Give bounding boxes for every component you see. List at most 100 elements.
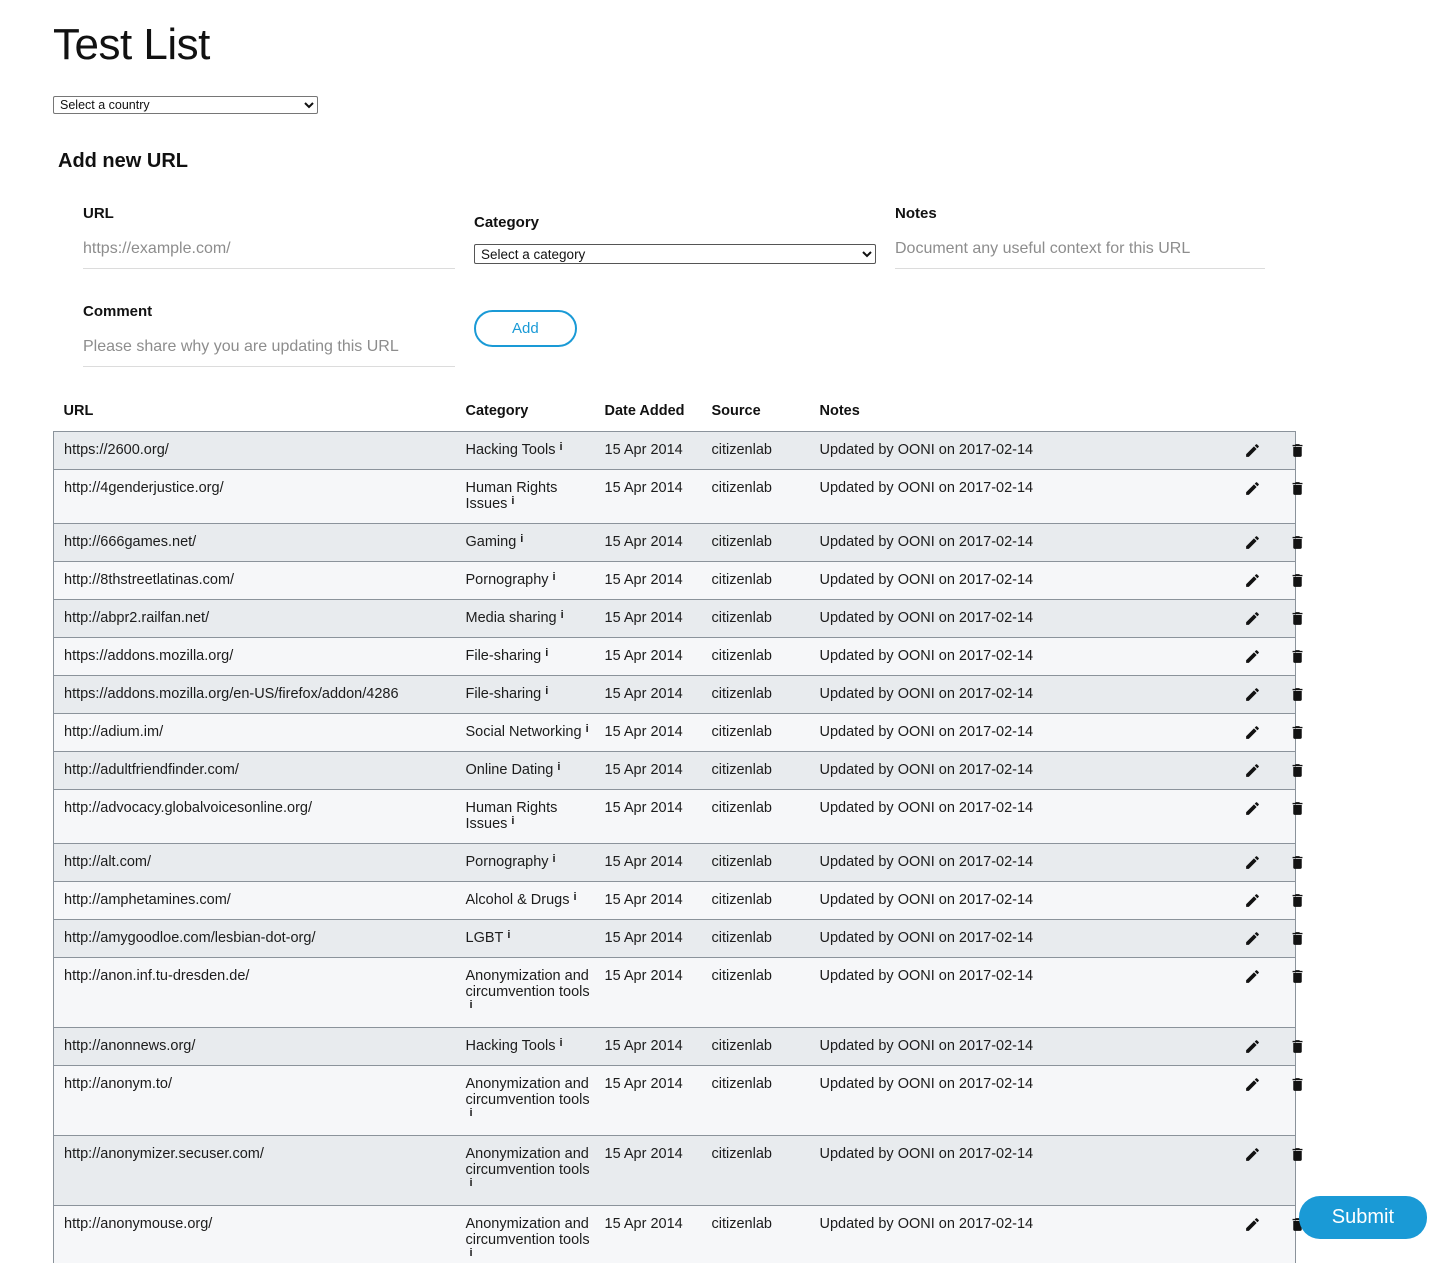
edit-button[interactable] <box>1244 1038 1261 1055</box>
category-cell: File-sharingi <box>456 676 595 714</box>
actions-cell <box>1206 1206 1296 1263</box>
notes-cell: Updated by OONI on 2017-02-14 <box>810 1066 1206 1136</box>
delete-button[interactable] <box>1289 480 1306 497</box>
page-container: Test List Select a country Add new URL U… <box>0 0 1446 1263</box>
notes-cell: Updated by OONI on 2017-02-14 <box>810 714 1206 752</box>
edit-button[interactable] <box>1244 800 1261 817</box>
edit-button[interactable] <box>1244 572 1261 589</box>
delete-button[interactable] <box>1289 1038 1306 1055</box>
edit-button[interactable] <box>1244 480 1261 497</box>
notes-cell: Updated by OONI on 2017-02-14 <box>810 432 1206 470</box>
notes-input[interactable] <box>895 235 1265 269</box>
table-header-row: URL Category Date Added Source Notes <box>54 397 1296 432</box>
edit-button[interactable] <box>1244 892 1261 909</box>
source-cell: citizenlab <box>702 1066 810 1136</box>
notes-cell: Updated by OONI on 2017-02-14 <box>810 752 1206 790</box>
source-cell: citizenlab <box>702 1136 810 1206</box>
date-added-cell: 15 Apr 2014 <box>595 958 702 1028</box>
delete-button[interactable] <box>1289 930 1306 947</box>
delete-button[interactable] <box>1289 442 1306 459</box>
category-cell: Human Rights Issuesi <box>456 790 595 844</box>
notes-cell: Updated by OONI on 2017-02-14 <box>810 1028 1206 1066</box>
edit-button[interactable] <box>1244 854 1261 871</box>
url-input[interactable] <box>83 235 455 269</box>
submit-button[interactable]: Submit <box>1299 1196 1427 1239</box>
header-actions <box>1206 397 1296 432</box>
info-icon: i <box>560 1035 563 1051</box>
info-icon: i <box>470 1175 473 1191</box>
source-cell: citizenlab <box>702 470 810 524</box>
url-cell: http://alt.com/ <box>54 844 456 882</box>
edit-button[interactable] <box>1244 1216 1261 1233</box>
pencil-icon <box>1244 686 1261 703</box>
delete-button[interactable] <box>1289 1076 1306 1093</box>
date-added-cell: 15 Apr 2014 <box>595 882 702 920</box>
edit-button[interactable] <box>1244 610 1261 627</box>
add-button[interactable]: Add <box>474 310 577 347</box>
edit-button[interactable] <box>1244 724 1261 741</box>
notes-cell: Updated by OONI on 2017-02-14 <box>810 844 1206 882</box>
edit-button[interactable] <box>1244 968 1261 985</box>
delete-button[interactable] <box>1289 1146 1306 1163</box>
delete-button[interactable] <box>1289 724 1306 741</box>
delete-button[interactable] <box>1289 854 1306 871</box>
edit-button[interactable] <box>1244 534 1261 551</box>
pencil-icon <box>1244 480 1261 497</box>
source-cell: citizenlab <box>702 920 810 958</box>
delete-button[interactable] <box>1289 572 1306 589</box>
delete-button[interactable] <box>1289 686 1306 703</box>
table-row: https://addons.mozilla.org/File-sharingi… <box>54 638 1296 676</box>
edit-button[interactable] <box>1244 930 1261 947</box>
notes-cell: Updated by OONI on 2017-02-14 <box>810 638 1206 676</box>
delete-button[interactable] <box>1289 892 1306 909</box>
pencil-icon <box>1244 1216 1261 1233</box>
trash-icon <box>1289 800 1306 817</box>
category-field-group: Category Select a category <box>474 214 876 264</box>
edit-button[interactable] <box>1244 442 1261 459</box>
category-select[interactable]: Select a category <box>474 244 876 264</box>
category-cell: Gamingi <box>456 524 595 562</box>
edit-button[interactable] <box>1244 648 1261 665</box>
category-cell: File-sharingi <box>456 638 595 676</box>
delete-button[interactable] <box>1289 648 1306 665</box>
table-row: http://alt.com/Pornographyi15 Apr 2014ci… <box>54 844 1296 882</box>
edit-button[interactable] <box>1244 686 1261 703</box>
source-cell: citizenlab <box>702 882 810 920</box>
comment-field-label: Comment <box>83 303 455 320</box>
actions-cell <box>1206 714 1296 752</box>
actions-cell <box>1206 562 1296 600</box>
notes-cell: Updated by OONI on 2017-02-14 <box>810 562 1206 600</box>
edit-button[interactable] <box>1244 1146 1261 1163</box>
trash-icon <box>1289 968 1306 985</box>
pencil-icon <box>1244 930 1261 947</box>
delete-button[interactable] <box>1289 534 1306 551</box>
edit-button[interactable] <box>1244 1076 1261 1093</box>
url-cell: http://8thstreetlatinas.com/ <box>54 562 456 600</box>
comment-input[interactable] <box>83 333 455 367</box>
delete-button[interactable] <box>1289 610 1306 627</box>
url-table: URL Category Date Added Source Notes htt… <box>53 397 1296 1263</box>
url-cell: http://advocacy.globalvoicesonline.org/ <box>54 790 456 844</box>
pencil-icon <box>1244 800 1261 817</box>
delete-button[interactable] <box>1289 800 1306 817</box>
notes-cell: Updated by OONI on 2017-02-14 <box>810 790 1206 844</box>
source-cell: citizenlab <box>702 676 810 714</box>
delete-button[interactable] <box>1289 968 1306 985</box>
source-cell: citizenlab <box>702 958 810 1028</box>
actions-cell <box>1206 752 1296 790</box>
table-row: http://anon.inf.tu-dresden.de/Anonymizat… <box>54 958 1296 1028</box>
edit-button[interactable] <box>1244 762 1261 779</box>
source-cell: citizenlab <box>702 638 810 676</box>
date-added-cell: 15 Apr 2014 <box>595 638 702 676</box>
url-field-label: URL <box>83 205 455 222</box>
info-icon: i <box>520 531 523 547</box>
delete-button[interactable] <box>1289 762 1306 779</box>
country-select[interactable]: Select a country <box>53 96 318 114</box>
actions-cell <box>1206 600 1296 638</box>
category-cell: Anonymization and circumvention toolsi <box>456 1066 595 1136</box>
category-cell: Hacking Toolsi <box>456 1028 595 1066</box>
url-cell: https://addons.mozilla.org/ <box>54 638 456 676</box>
table-row: http://abpr2.railfan.net/Media sharingi1… <box>54 600 1296 638</box>
table-row: https://2600.org/Hacking Toolsi15 Apr 20… <box>54 432 1296 470</box>
trash-icon <box>1289 534 1306 551</box>
